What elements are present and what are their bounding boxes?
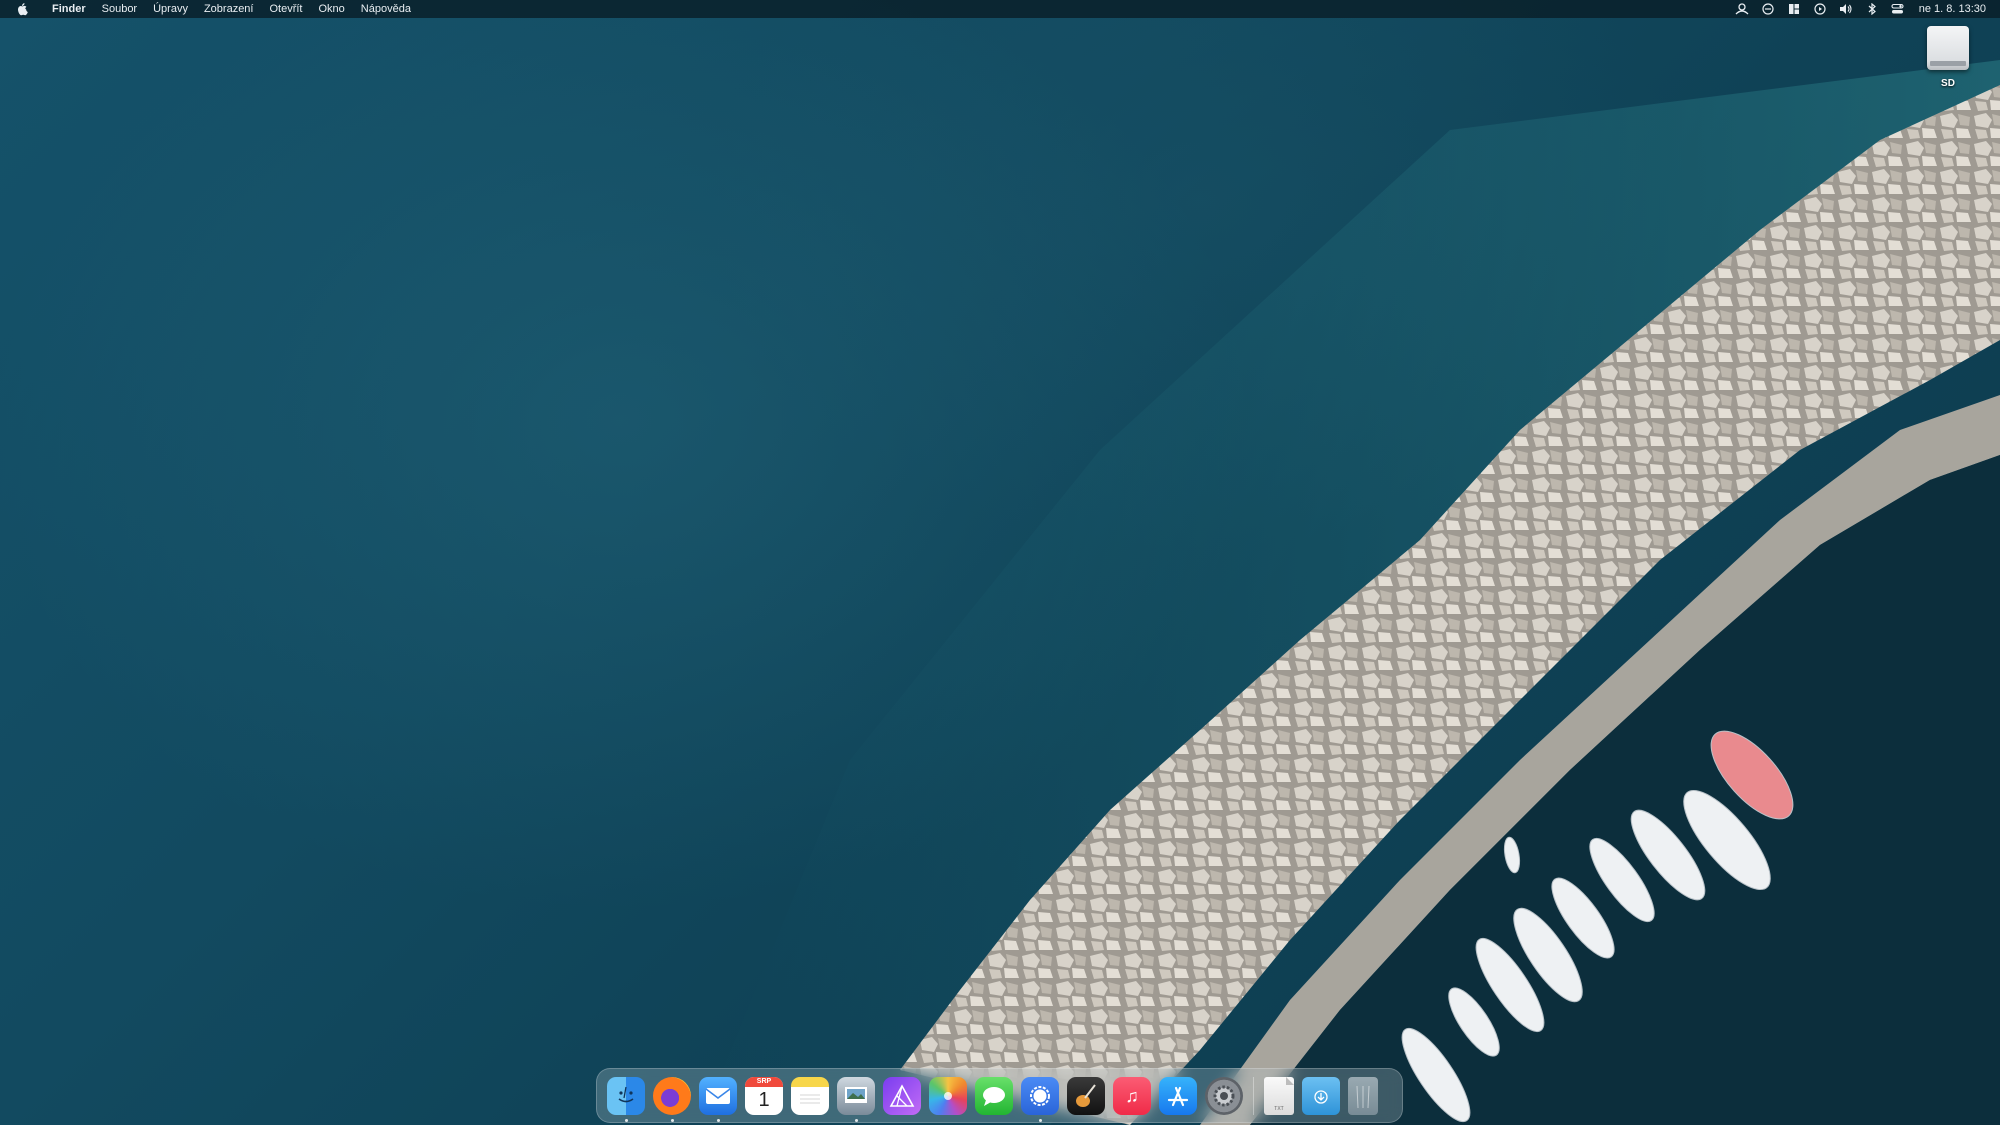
- menu-otevrit[interactable]: Otevřít: [261, 0, 310, 18]
- menu-okno[interactable]: Okno: [311, 0, 353, 18]
- dock: SRP 1 ♫ TXT: [596, 1068, 1403, 1123]
- control-center-icon[interactable]: [1891, 2, 1905, 16]
- downloads-folder-icon[interactable]: [1302, 1076, 1340, 1115]
- menu-bar-clock[interactable]: ne 1. 8. 13:30: [1919, 3, 1986, 15]
- desktop-wallpaper: [0, 0, 2000, 1125]
- apple-menu-icon[interactable]: [16, 0, 30, 18]
- text-document-icon[interactable]: TXT: [1264, 1076, 1294, 1115]
- music-icon[interactable]: ♫: [1113, 1076, 1151, 1115]
- firefox-icon[interactable]: [653, 1076, 691, 1122]
- menu-bar: Finder Soubor Úpravy Zobrazení Otevřít O…: [0, 0, 2000, 18]
- messages-icon[interactable]: [975, 1076, 1013, 1115]
- trash-icon[interactable]: [1348, 1076, 1378, 1115]
- signal-icon[interactable]: [1021, 1076, 1059, 1122]
- wallpaper-image: [700, 60, 2000, 1125]
- running-indicator: [670, 1118, 674, 1122]
- play-circle-icon[interactable]: [1813, 2, 1827, 16]
- menu-zobrazeni[interactable]: Zobrazení: [196, 0, 262, 18]
- running-indicator: [624, 1118, 628, 1122]
- preview-icon[interactable]: [837, 1076, 875, 1122]
- running-indicator: [1038, 1118, 1042, 1122]
- garageband-icon[interactable]: [1067, 1076, 1105, 1115]
- bluetooth-icon[interactable]: [1865, 2, 1879, 16]
- dock-separator: [1253, 1076, 1254, 1115]
- music-note-glyph: ♫: [1125, 1085, 1139, 1106]
- desktop-drive-sd[interactable]: SD: [1922, 26, 1974, 96]
- menu-app-finder[interactable]: Finder: [44, 0, 94, 18]
- drive-label: SD: [1941, 78, 1955, 89]
- appstore-icon[interactable]: [1159, 1076, 1197, 1115]
- window-layout-icon[interactable]: [1787, 2, 1801, 16]
- menu-upravy[interactable]: Úpravy: [145, 0, 196, 18]
- calendar-month: SRP: [745, 1076, 783, 1087]
- notes-icon[interactable]: [791, 1076, 829, 1115]
- minus-circle-icon[interactable]: [1761, 2, 1775, 16]
- running-indicator: [716, 1118, 720, 1122]
- settings-icon[interactable]: [1205, 1076, 1243, 1115]
- calendar-day: 1: [758, 1088, 770, 1111]
- mail-icon[interactable]: [699, 1076, 737, 1122]
- calendar-icon[interactable]: SRP 1: [745, 1076, 783, 1115]
- external-drive-icon: [1927, 26, 1969, 70]
- menu-soubor[interactable]: Soubor: [94, 0, 145, 18]
- menu-napoveda[interactable]: Nápověda: [353, 0, 419, 18]
- running-indicator: [854, 1118, 858, 1122]
- finder-icon[interactable]: [607, 1076, 645, 1122]
- volume-icon[interactable]: [1839, 2, 1853, 16]
- text-document-badge: TXT: [1274, 1106, 1283, 1112]
- affinity-icon[interactable]: [883, 1076, 921, 1115]
- astronaut-icon[interactable]: [1735, 2, 1749, 16]
- photos-icon[interactable]: [929, 1076, 967, 1115]
